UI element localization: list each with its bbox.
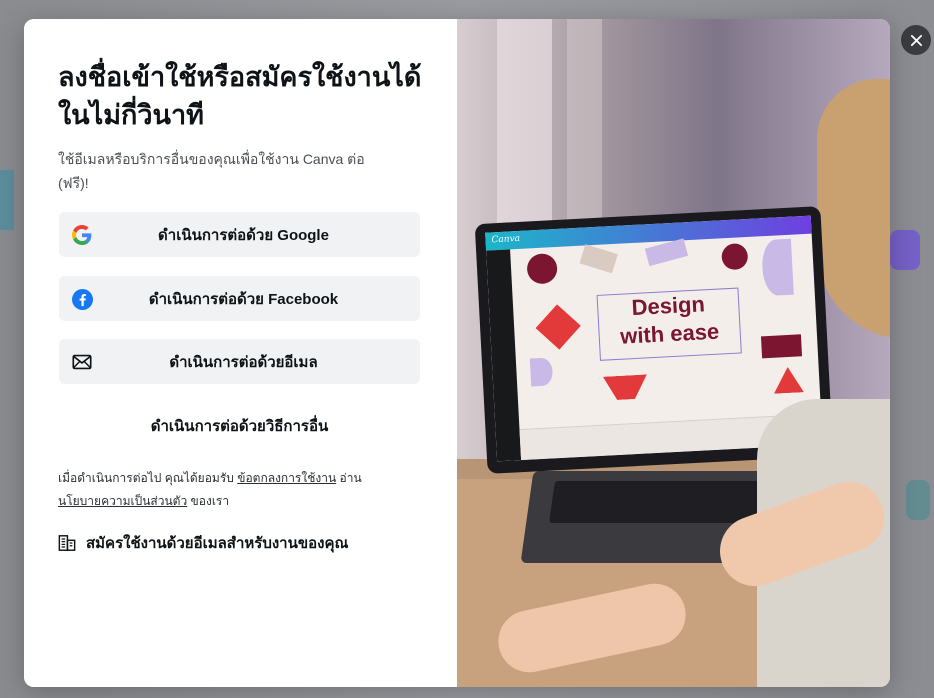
email-button-label: ดำเนินการต่อด้วยอีเมล (169, 353, 318, 371)
hero-image: Canva Design with ease (457, 19, 890, 687)
modal-subtitle: ใช้อีเมลหรือบริการอื่นของคุณเพื่อใช้งาน … (58, 151, 365, 191)
modal-title: ลงชื่อเข้าใช้หรือสมัครใช้งานได้ในไม่กี่ว… (58, 62, 422, 130)
close-icon (910, 34, 922, 46)
continue-with-email-button[interactable]: ดำเนินการต่อด้วยอีเมล (59, 339, 420, 384)
login-panel: ลงชื่อเข้าใช้หรือสมัครใช้งานได้ในไม่กี่ว… (24, 19, 457, 687)
google-button-label: ดำเนินการต่อด้วย Google (158, 226, 329, 244)
facebook-button-label: ดำเนินการต่อด้วย Facebook (148, 290, 339, 308)
legal-middle: อ่าน (339, 471, 362, 485)
hero-canva-logo: Canva (491, 233, 521, 246)
backdrop-decoration (0, 170, 14, 230)
legal-notice: เมื่อดำเนินการต่อไป คุณได้ยอมรับ ข้อตกลง… (58, 467, 398, 513)
work-email-signup-link[interactable]: สมัครใช้งานด้วยอีเมลสำหรับงานของคุณ (58, 530, 348, 556)
hero-decor-shape (526, 252, 558, 285)
google-icon (71, 224, 93, 246)
office-building-icon (58, 534, 76, 552)
hero-decor-shape (760, 334, 803, 359)
continue-with-google-button[interactable]: ดำเนินการต่อด้วย Google (59, 212, 420, 257)
envelope-icon (71, 351, 93, 373)
backdrop-decoration (890, 230, 920, 270)
work-email-signup-label: สมัครใช้งานด้วยอีเมลสำหรับงานของคุณ (86, 535, 349, 552)
login-modal: ลงชื่อเข้าใช้หรือสมัครใช้งานได้ในไม่กี่ว… (24, 19, 890, 687)
facebook-icon (71, 288, 93, 310)
backdrop-decoration (906, 480, 930, 520)
hero-design-text: Design with ease (596, 287, 742, 361)
hero-decor-shape (760, 238, 794, 297)
hero-canva-sidebar (486, 249, 522, 462)
close-button[interactable] (901, 25, 931, 55)
hero-decor-shape (721, 242, 749, 271)
continue-another-way-button[interactable]: ดำเนินการต่อด้วยวิธีการอื่น (59, 406, 420, 446)
terms-of-use-link[interactable]: ข้อตกลงการใช้งาน (237, 471, 336, 485)
hero-decor-shape (529, 357, 554, 387)
legal-suffix: ของเรา (190, 494, 230, 508)
hero-decor-shape (535, 304, 581, 350)
hero-decor-shape (773, 366, 804, 394)
hero-canva-toolbar: Canva (485, 215, 812, 251)
hero-decor-shape (579, 244, 618, 274)
hero-decor-shape (603, 374, 648, 400)
legal-prefix: เมื่อดำเนินการต่อไป คุณได้ยอมรับ (58, 471, 234, 485)
privacy-policy-link[interactable]: นโยบายความเป็นส่วนตัว (58, 494, 187, 508)
continue-with-facebook-button[interactable]: ดำเนินการต่อด้วย Facebook (59, 276, 420, 321)
hero-decor-shape (644, 238, 689, 267)
hero-design-text-line2: with ease (619, 318, 720, 349)
